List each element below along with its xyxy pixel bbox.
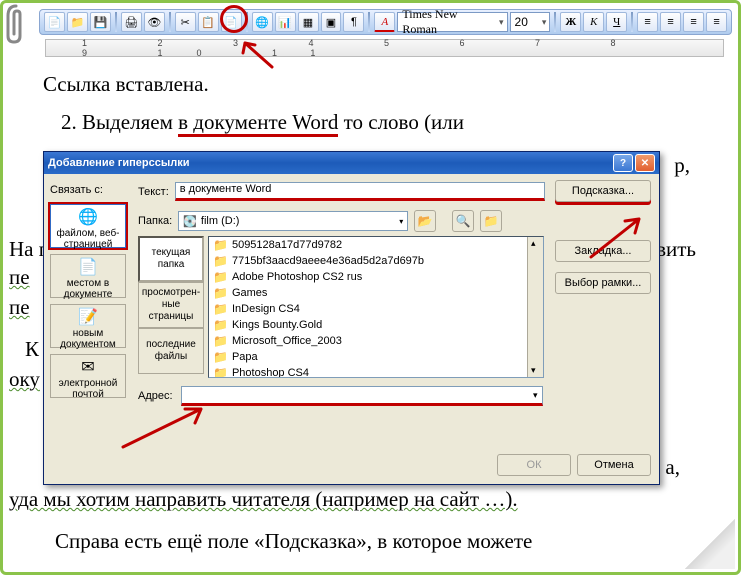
tool-btn[interactable]: 👁 [144,12,165,32]
current-folder-tab[interactable]: текущая папка [138,236,204,282]
folder-icon: 📁 [213,302,228,316]
align-right-button[interactable]: ≡ [683,12,704,32]
paperclip-decoration [0,0,34,46]
close-button[interactable]: ✕ [635,154,655,172]
email-icon: ✉ [51,359,125,377]
scrollbar[interactable] [527,237,543,377]
look-in-selector[interactable]: 💽film (D:) [178,211,408,231]
address-input[interactable] [181,386,543,406]
dialog-titlebar[interactable]: Добавление гиперссылки ? ✕ [44,152,659,174]
doc-line: Справа есть ещё поле «Подсказка», в кото… [55,529,532,554]
browse-tabs: текущая папка просмотрен-ные страницы по… [138,236,204,374]
font-size-selector[interactable]: 20 [510,12,551,32]
doc-line: 2. Выделяем в документе Word то слово (и… [43,107,698,139]
drive-icon: 💽 [183,215,197,228]
tool-btn[interactable]: ¶ [343,12,364,32]
file-item[interactable]: 📁5095128a17d77d9782 [209,237,543,253]
file-item[interactable]: 📁InDesign CS4 [209,301,543,317]
italic-button[interactable]: К [583,12,604,32]
tool-btn[interactable]: ▦ [298,12,319,32]
recent-files-tab[interactable]: последние файлы [138,328,204,374]
help-button[interactable]: ? [613,154,633,172]
link-to-email[interactable]: ✉электронной почтой [50,354,126,398]
browse-web-button[interactable]: 🔍 [452,210,474,232]
browsed-pages-tab[interactable]: просмотрен-ные страницы [138,282,204,328]
file-item[interactable]: 📁7715bf3aacd9aeee4e36ad5d2a7d697b [209,253,543,269]
doc-text-fragment: пе [9,295,30,320]
bold-button[interactable]: Ж [560,12,581,32]
new-doc-icon: 📝 [51,309,125,327]
red-arrow-annotation [237,39,277,72]
file-list[interactable]: 📁5095128a17d77d9782📁7715bf3aacd9aeee4e36… [208,236,544,378]
folder-icon: 📁 [213,254,228,268]
align-left-button[interactable]: ≡ [637,12,658,32]
folder-icon: 📁 [213,238,228,252]
folder-icon: 📁 [213,318,228,332]
text-label: Текст: [138,186,169,198]
doc-text-fragment: а, [665,455,680,480]
link-to-file-web[interactable]: 🌐файлом, веб-страницей [50,204,126,248]
link-to-new-doc[interactable]: 📝новым документом [50,304,126,348]
doc-line: уда мы хотим направить читателя (наприме… [9,487,518,512]
doc-text-fragment: пе [9,265,30,290]
file-item[interactable]: 📁Games [209,285,543,301]
tool-btn[interactable]: 📄 [44,12,65,32]
document-body: Ссылка вставлена. 2. Выделяем в документ… [43,69,698,144]
red-arrow-annotation [115,401,215,454]
folder-icon: 📁 [213,286,228,300]
align-justify-button[interactable]: ≡ [706,12,727,32]
font-color-button[interactable]: A [374,12,395,32]
tool-btn[interactable]: 📁 [67,12,88,32]
screen-tip-button[interactable]: Подсказка... [555,180,651,202]
link-to-column: 🌐файлом, веб-страницей 📄местом в докумен… [50,204,130,404]
horizontal-ruler: 1 2 3 4 5 6 7 8 9 10 11 [45,39,724,57]
underline-button[interactable]: Ч [606,12,627,32]
red-arrow-annotation [583,211,653,264]
link-to-place[interactable]: 📄местом в документе [50,254,126,298]
folder-icon: 📁 [213,366,228,378]
doc-text-fragment: вить [656,237,696,262]
file-item[interactable]: 📁Microsoft_Office_2003 [209,333,543,349]
file-item[interactable]: 📁Adobe Photoshop CS2 rus [209,269,543,285]
tool-btn[interactable]: 📊 [275,12,296,32]
file-item[interactable]: 📁Kings Bounty.Gold [209,317,543,333]
cancel-button[interactable]: Отмена [577,454,651,476]
display-text-input[interactable]: в документе Word [175,182,545,201]
tool-btn[interactable]: ✂ [175,12,196,32]
link-with-label: Связать с: [50,184,103,196]
red-circle-highlight [220,5,248,33]
folder-icon: 📁 [213,350,228,364]
up-folder-button[interactable]: 📂 [414,210,436,232]
folder-icon: 📁 [213,270,228,284]
tool-btn[interactable]: 📋 [198,12,219,32]
doc-text-fragment: р, [674,153,690,178]
tool-btn[interactable]: 🖨 [121,12,142,32]
target-frame-button[interactable]: Выбор рамки... [555,272,651,294]
doc-text-fragment: К [25,337,39,362]
doc-text-fragment: оку [9,367,40,392]
globe-icon: 🌐 [51,209,125,227]
browse-file-button[interactable]: 📁 [480,210,502,232]
file-item[interactable]: 📁Papa [209,349,543,365]
font-selector[interactable]: Times New Roman [397,12,507,32]
align-center-button[interactable]: ≡ [660,12,681,32]
dialog-title: Добавление гиперссылки [48,157,189,169]
word-toolbar: 📄 📁 💾 🖨 👁 ✂ 📋 📄 🌐 📊 ▦ ▣ ¶ A Times New Ro… [39,9,732,35]
hyperlink-button[interactable]: 🌐 [252,12,273,32]
document-icon: 📄 [51,259,125,277]
page-curl-decoration [685,519,735,569]
folder-label: Папка: [138,215,172,227]
folder-icon: 📁 [213,334,228,348]
tool-btn[interactable]: ▣ [321,12,342,32]
ok-button: ОК [497,454,571,476]
file-item[interactable]: 📁Photoshop CS4 [209,365,543,378]
tool-btn[interactable]: 💾 [90,12,111,32]
doc-line: Ссылка вставлена. [43,69,698,101]
